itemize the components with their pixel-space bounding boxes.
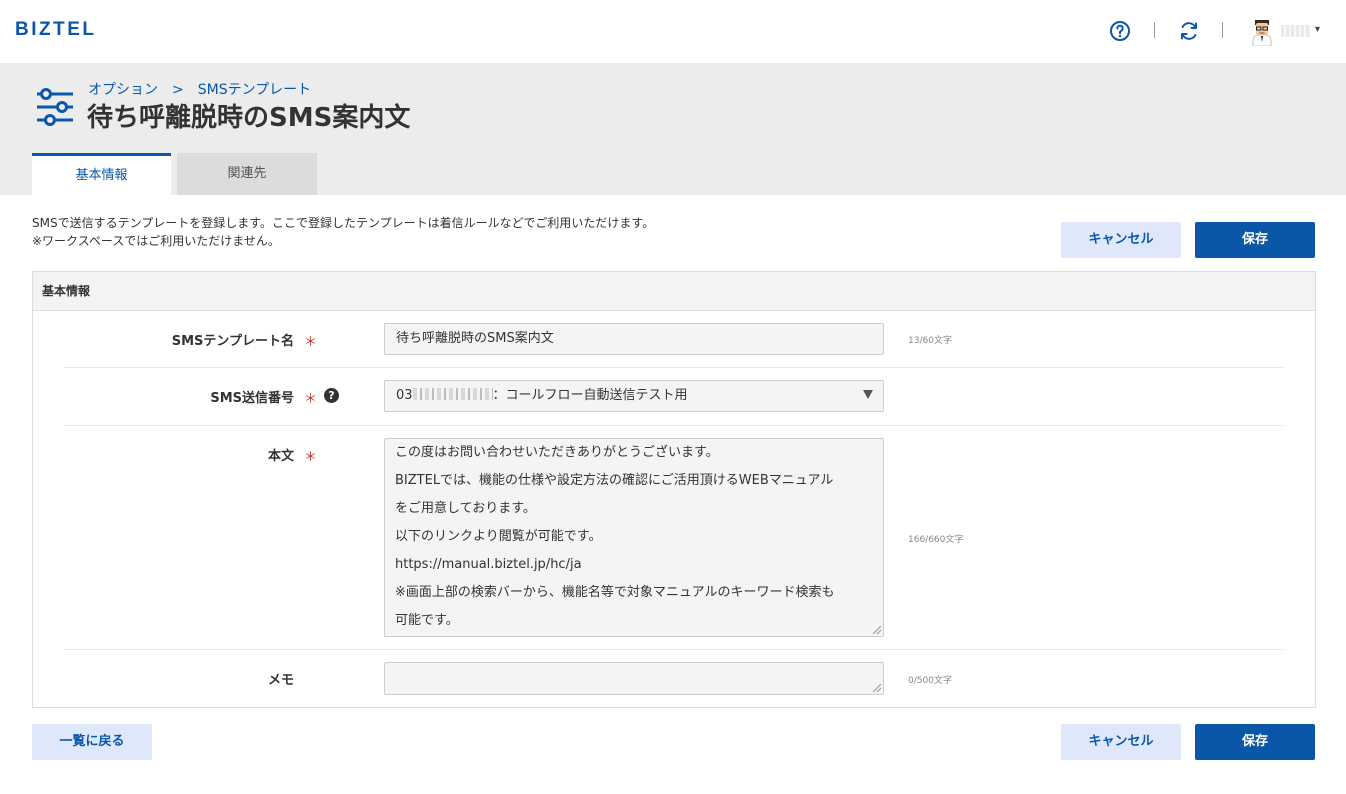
row-divider (64, 425, 1283, 426)
sliders-icon (37, 88, 73, 126)
masked-phone-digits (412, 388, 493, 400)
body-line: https://manual.biztel.jp/hc/ja (395, 557, 582, 572)
chevron-down-icon[interactable]: ▾ (1315, 24, 1320, 35)
sms-number-description: ：コールフロー自動送信テスト用 (492, 388, 688, 403)
template-name-label: SMSテンプレート名 (171, 334, 294, 349)
body-textarea[interactable]: この度はお問い合わせいただきありがとうございます。 BIZTELでは、機能の仕様… (384, 438, 884, 637)
tab-basic-info[interactable]: 基本情報 (32, 153, 171, 195)
question-circle-icon[interactable] (1108, 19, 1132, 43)
sms-number-label: SMS送信番号 (210, 391, 294, 406)
help-icon[interactable]: ? (324, 388, 339, 403)
memo-counter: 0/500文字 (908, 676, 952, 686)
breadcrumb-option-link[interactable]: オプション (88, 79, 158, 99)
biztel-logo[interactable]: BIZTEL (15, 19, 97, 41)
description-line-1: SMSで送信するテンプレートを登録します。ここで登録したテンプレートは着信ルール… (32, 216, 655, 230)
required-mark: ＊ (304, 335, 318, 350)
body-line: 以下のリンクより閲覧が可能です。 (395, 529, 602, 544)
memo-label: メモ (267, 673, 294, 688)
body-line: をご用意しております。 (395, 501, 536, 516)
row-divider (64, 649, 1283, 650)
user-avatar[interactable] (1250, 18, 1274, 46)
required-mark: ＊ (304, 392, 318, 407)
resize-handle[interactable] (873, 626, 881, 634)
save-button-top[interactable]: 保存 (1195, 222, 1315, 258)
cancel-button-bottom[interactable]: キャンセル (1061, 724, 1181, 760)
top-bar: BIZTEL ▾ (0, 0, 1346, 63)
body-line: この度はお問い合わせいただきありがとうございます。 (395, 445, 719, 460)
template-name-counter: 13/60文字 (908, 336, 952, 346)
toolbar-divider (1222, 22, 1223, 38)
description-line-2: ※ワークスペースではご利用いただけません。 (32, 234, 280, 248)
username-masked[interactable] (1281, 25, 1311, 37)
breadcrumb: オプション > SMSテンプレート (88, 79, 311, 99)
sms-number-prefix: 03 (396, 388, 413, 403)
body-line: ※画面上部の検索バーから、機能名等で対象マニュアルのキーワード検索も (395, 585, 835, 600)
page-title: 待ち呼離脱時のSMS案内文 (87, 103, 411, 133)
dropdown-caret-icon (863, 390, 873, 399)
back-to-list-button[interactable]: 一覧に戻る (32, 724, 152, 760)
row-divider (64, 367, 1283, 368)
tab-related[interactable]: 関連先 (177, 153, 317, 195)
breadcrumb-separator: > (172, 82, 184, 98)
toolbar-divider (1154, 22, 1155, 38)
body-counter: 166/660文字 (908, 535, 964, 545)
cancel-button-top[interactable]: キャンセル (1061, 222, 1181, 258)
breadcrumb-sms-template-link[interactable]: SMSテンプレート (198, 79, 311, 99)
page-description: SMSで送信するテンプレートを登録します。ここで登録したテンプレートは着信ルール… (32, 214, 654, 250)
memo-textarea[interactable] (384, 662, 884, 695)
body-line: 可能です。 (395, 613, 459, 628)
resize-handle[interactable] (873, 684, 881, 692)
body-label: 本文 (267, 449, 294, 464)
sms-number-select[interactable]: 03 ：コールフロー自動送信テスト用 (384, 380, 884, 412)
required-mark: ＊ (304, 450, 318, 465)
panel-title: 基本情報 (33, 272, 1315, 311)
body-line: BIZTELでは、機能の仕様や設定方法の確認にご活用頂けるWEBマニュアル (395, 473, 834, 488)
refresh-icon[interactable] (1177, 19, 1201, 43)
save-button-bottom[interactable]: 保存 (1195, 724, 1315, 760)
template-name-input[interactable]: 待ち呼離脱時のSMS案内文 (384, 323, 884, 355)
